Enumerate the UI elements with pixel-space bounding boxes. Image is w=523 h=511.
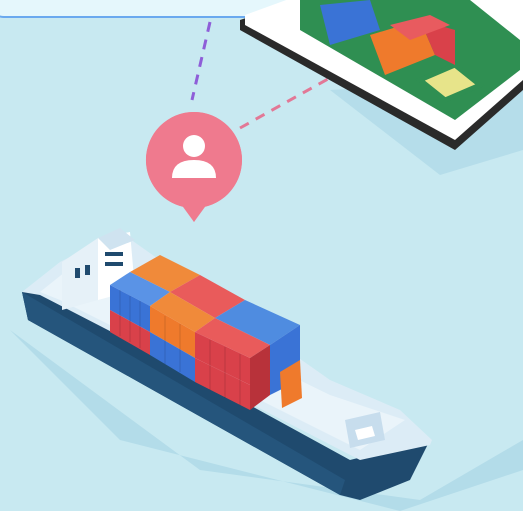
dashed-line-purple <box>190 21 212 101</box>
person-pin <box>145 112 242 222</box>
ship-illustration <box>10 0 523 511</box>
container-stack <box>110 255 302 410</box>
cargo-ship <box>22 228 432 500</box>
illustration-stage <box>0 0 523 511</box>
